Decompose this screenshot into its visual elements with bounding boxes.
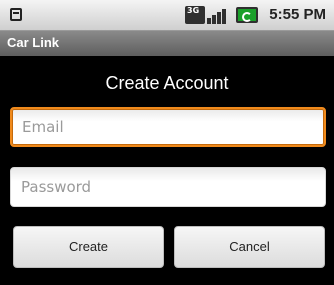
- app-screen: 3G 5:55 PM Car Link Create Account Creat…: [0, 0, 334, 285]
- title-bar: Car Link: [0, 31, 334, 56]
- password-field[interactable]: [10, 167, 326, 207]
- network-3g-icon: 3G: [185, 6, 205, 24]
- create-button[interactable]: Create: [13, 226, 164, 268]
- status-bar: 3G 5:55 PM: [0, 0, 334, 31]
- battery-charging-icon: [236, 7, 258, 23]
- page-heading: Create Account: [105, 73, 229, 93]
- signal-icon: [207, 6, 229, 24]
- status-time: 5:55 PM: [269, 6, 326, 23]
- email-field[interactable]: [10, 107, 326, 147]
- app-title: Car Link: [7, 35, 60, 50]
- cancel-button[interactable]: Cancel: [174, 226, 325, 268]
- notification-icon[interactable]: [10, 8, 22, 21]
